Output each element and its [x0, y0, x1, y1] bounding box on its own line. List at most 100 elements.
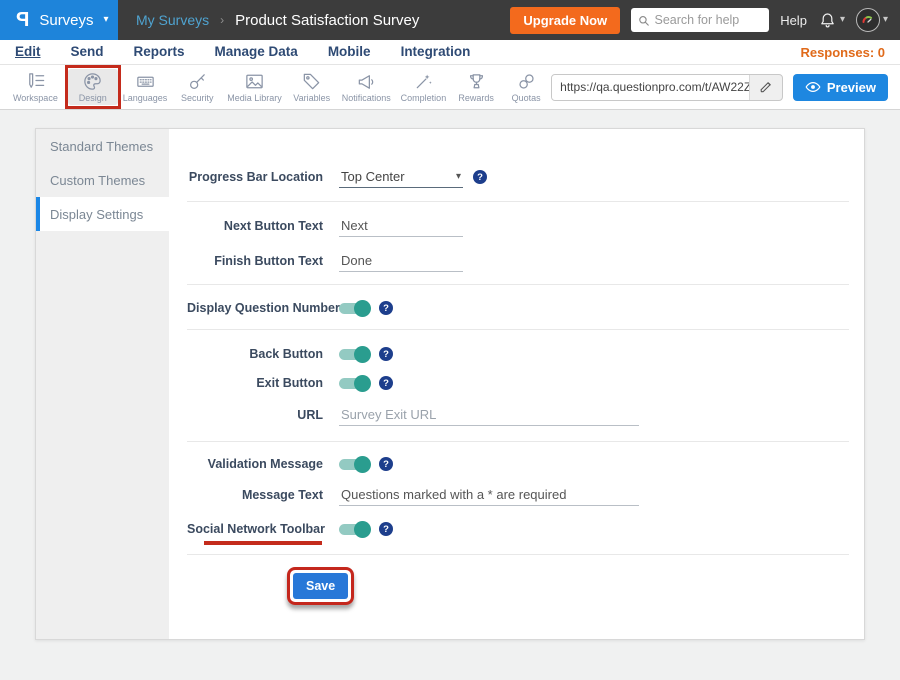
pencil-icon	[759, 80, 773, 94]
help-search-input[interactable]	[654, 13, 762, 27]
app: P Surveys ▾ My Surveys › Product Satisfa…	[0, 0, 900, 680]
help-icon[interactable]: ?	[379, 376, 393, 390]
nav-tab-edit[interactable]: Edit	[15, 45, 41, 60]
progress-bar-location-select[interactable]: Top Center ▾	[339, 166, 463, 188]
help-icon[interactable]: ?	[473, 170, 487, 184]
exit-url-row: URL	[187, 401, 849, 429]
message-text-input[interactable]	[339, 484, 639, 506]
social-network-toolbar-toggle[interactable]	[339, 524, 369, 535]
finish-button-text-input[interactable]	[339, 250, 463, 272]
field-label: Exit Button	[187, 376, 323, 390]
survey-nav: Edit Send Reports Manage Data Mobile Int…	[0, 40, 900, 65]
nav-tab-manage-data[interactable]: Manage Data	[215, 45, 298, 60]
questionpro-logo: P	[16, 9, 29, 32]
toolbar-item-label: Design	[79, 93, 107, 103]
upgrade-now-button[interactable]: Upgrade Now	[510, 7, 620, 34]
section-divider	[187, 441, 849, 442]
help-search-box[interactable]	[631, 8, 769, 32]
toolbar-item-label: Workspace	[13, 93, 58, 103]
toolbar-item-design[interactable]: Design	[68, 69, 118, 105]
tag-icon	[301, 71, 322, 92]
key-icon	[187, 71, 208, 92]
message-text-row: Message Text	[187, 481, 849, 509]
sidebar-item-custom-themes[interactable]: Custom Themes	[36, 163, 169, 197]
nav-tab-send[interactable]: Send	[71, 45, 104, 60]
help-icon[interactable]: ?	[379, 457, 393, 471]
toolbar-item-label: Completion	[401, 93, 447, 103]
bell-icon	[818, 11, 837, 30]
keyboard-icon	[135, 71, 156, 92]
field-label: Finish Button Text	[187, 254, 323, 268]
responses-count: Responses: 0	[800, 45, 885, 60]
toolbar-item-label: Rewards	[458, 93, 494, 103]
field-label: URL	[187, 408, 323, 422]
back-button-row: Back Button ?	[187, 340, 849, 368]
survey-url-box: https://qa.questionpro.com/t/AW22Zcq2J	[551, 74, 783, 101]
notifications-menu[interactable]: ▾	[818, 11, 845, 30]
breadcrumb: My Surveys › Product Satisfaction Survey	[136, 12, 419, 29]
next-button-text-input[interactable]	[339, 215, 463, 237]
surveys-product-menu[interactable]: P Surveys ▾	[0, 0, 118, 40]
help-icon[interactable]: ?	[379, 347, 393, 361]
toolbar-item-label: Quotas	[512, 93, 541, 103]
field-label: Progress Bar Location	[187, 170, 323, 184]
survey-url-text[interactable]: https://qa.questionpro.com/t/AW22Zcq2J	[552, 75, 750, 100]
toolbar-item-notifications[interactable]: Notifications	[337, 69, 396, 105]
selected-option: Top Center	[341, 169, 405, 184]
finish-button-text-row: Finish Button Text	[187, 247, 849, 275]
design-settings-card: Standard Themes Custom Themes Display Se…	[35, 128, 865, 640]
search-icon	[638, 14, 649, 27]
sidebar-item-display-settings[interactable]: Display Settings	[36, 197, 169, 231]
preview-button[interactable]: Preview	[793, 74, 888, 101]
annotation-social-underline	[204, 541, 322, 545]
account-menu[interactable]: ▾	[856, 8, 888, 32]
nav-tab-reports[interactable]: Reports	[134, 45, 185, 60]
toolbar-item-completion[interactable]: Completion	[396, 69, 451, 105]
sidebar-item-label: Standard Themes	[50, 139, 153, 154]
toolbar-item-label: Languages	[123, 93, 168, 103]
toolbar-item-media-library[interactable]: Media Library	[222, 69, 286, 105]
save-button[interactable]: Save	[293, 573, 348, 599]
toolbar-item-languages[interactable]: Languages	[118, 69, 172, 105]
help-icon[interactable]: ?	[379, 301, 393, 315]
progress-bar-location-row: Progress Bar Location Top Center ▾ ?	[187, 163, 849, 191]
eye-icon	[805, 81, 821, 93]
social-network-toolbar-row: Social Network Toolbar ?	[187, 515, 849, 543]
help-link[interactable]: Help	[780, 13, 807, 28]
edit-url-button[interactable]	[750, 75, 782, 100]
megaphone-icon	[356, 71, 377, 92]
toolbar-item-workspace[interactable]: Workspace	[8, 69, 63, 105]
toolbar-item-label: Security	[181, 93, 214, 103]
help-icon[interactable]: ?	[379, 522, 393, 536]
surveys-menu-label: Surveys	[39, 12, 93, 29]
exit-button-toggle[interactable]	[339, 378, 369, 389]
sidebar-item-standard-themes[interactable]: Standard Themes	[36, 129, 169, 163]
toolbar-item-quotas[interactable]: Quotas	[501, 69, 551, 105]
chevron-down-icon: ▾	[840, 15, 845, 25]
palette-icon	[82, 71, 103, 92]
field-label: Message Text	[187, 488, 323, 502]
field-label: Back Button	[187, 347, 323, 361]
workspace-icon	[25, 71, 46, 92]
nav-tab-mobile[interactable]: Mobile	[328, 45, 371, 60]
content-area: Standard Themes Custom Themes Display Se…	[0, 110, 900, 680]
image-icon	[244, 71, 265, 92]
display-question-numbers-toggle[interactable]	[339, 303, 369, 314]
topbar-actions: Upgrade Now Help ▾ ▾	[510, 7, 888, 34]
sidebar-item-label: Display Settings	[50, 207, 143, 222]
back-button-toggle[interactable]	[339, 349, 369, 360]
field-label: Display Question Numbers	[187, 301, 323, 315]
survey-exit-url-input[interactable]	[339, 404, 639, 426]
save-row: Save	[187, 567, 849, 605]
section-divider	[187, 284, 849, 285]
validation-message-toggle[interactable]	[339, 459, 369, 470]
section-divider	[187, 329, 849, 330]
toolbar-item-variables[interactable]: Variables	[287, 69, 337, 105]
breadcrumb-my-surveys[interactable]: My Surveys	[136, 12, 209, 28]
toolbar-item-rewards[interactable]: Rewards	[451, 69, 501, 105]
toolbar-item-security[interactable]: Security	[172, 69, 222, 105]
validation-message-row: Validation Message ?	[187, 450, 849, 478]
toolbar-item-label: Notifications	[342, 93, 391, 103]
next-button-text-row: Next Button Text	[187, 212, 849, 240]
nav-tab-integration[interactable]: Integration	[401, 45, 471, 60]
